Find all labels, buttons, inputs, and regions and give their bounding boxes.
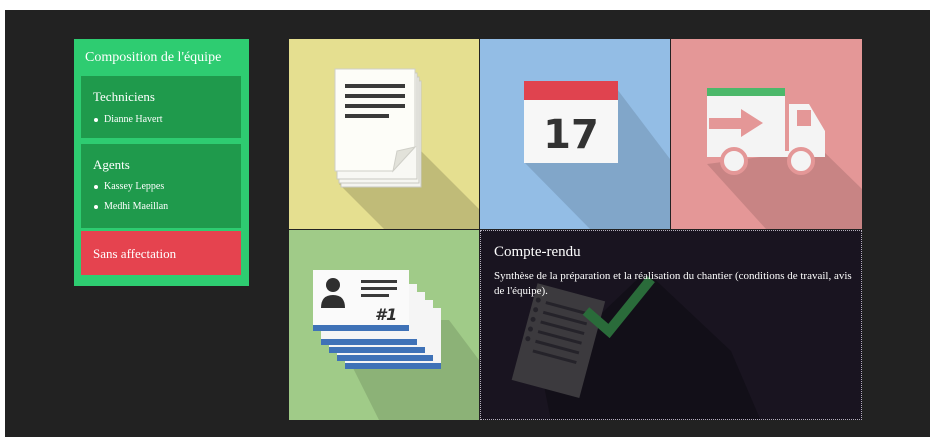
unassigned-button[interactable]: Sans affectation [81, 231, 241, 275]
bullet-icon [94, 184, 98, 189]
tile-delivery[interactable] [671, 39, 862, 229]
group-technicians[interactable]: Techniciens Dianne Havert [81, 76, 241, 138]
panel-title: Composition de l'équipe [85, 50, 222, 65]
team-composition-panel: Composition de l'équipe Techniciens Dian… [74, 39, 249, 286]
documents-icon [334, 68, 479, 229]
member-name: Dianne Havert [104, 114, 163, 125]
bullet-icon [94, 117, 98, 122]
card-number: #1 [375, 305, 397, 324]
calendar-day: 17 [543, 112, 599, 158]
group-agents[interactable]: Agents Kassey Leppes Medhi Maeillan [81, 144, 241, 228]
member-item[interactable]: Medhi Maeillan [94, 201, 168, 212]
member-name: Medhi Maeillan [104, 201, 169, 212]
truck-icon [707, 88, 862, 229]
employee-cards-icon: #1 [313, 270, 479, 420]
tile-documents[interactable] [289, 39, 479, 229]
member-name: Kassey Leppes [104, 181, 165, 192]
tile-report[interactable]: Compte-rendu Synthèse de la préparation … [480, 230, 862, 420]
group-title: Techniciens [93, 89, 155, 104]
member-item[interactable]: Kassey Leppes [94, 181, 164, 192]
report-title: Compte-rendu [494, 244, 581, 260]
unassigned-label: Sans affectation [93, 246, 177, 261]
report-description: Synthèse de la préparation et la réalisa… [494, 270, 852, 297]
tile-employee-cards[interactable]: #1 [289, 230, 479, 420]
tile-calendar[interactable]: 17 [480, 39, 670, 229]
member-item[interactable]: Dianne Havert [94, 114, 163, 125]
group-title: Agents [93, 157, 130, 172]
calendar-icon: 17 [524, 81, 670, 229]
bullet-icon [94, 204, 98, 209]
